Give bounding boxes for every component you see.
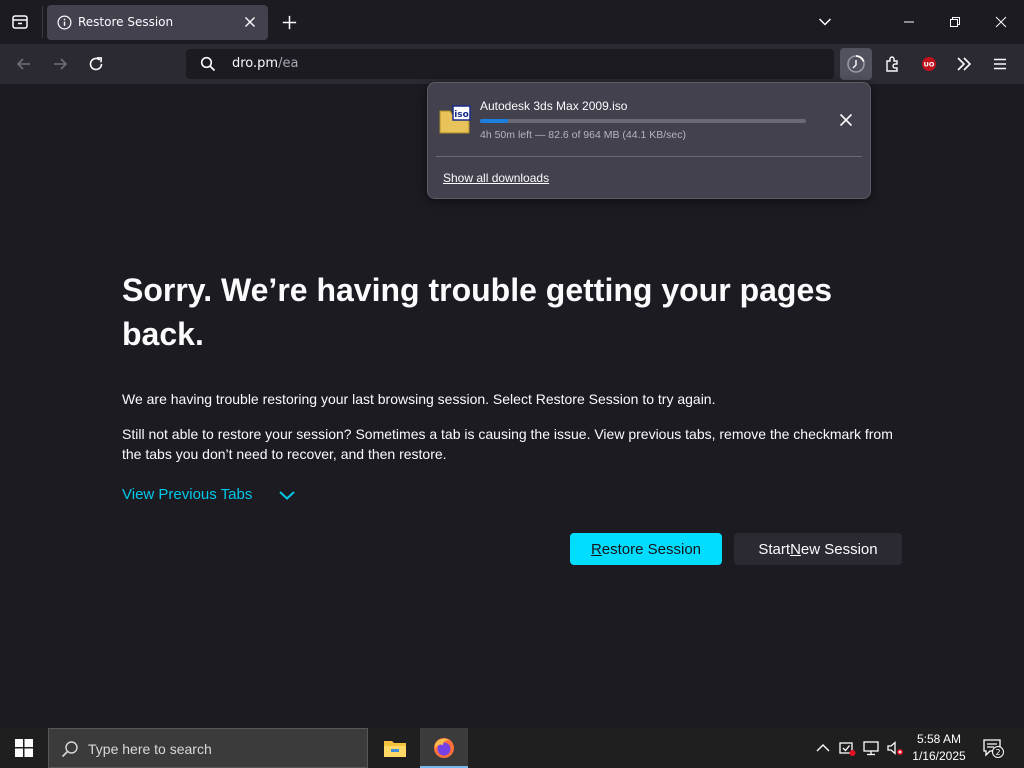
taskbar-search-placeholder: Type here to search — [88, 741, 212, 757]
taskbar-search-box[interactable]: Type here to search — [48, 728, 368, 768]
search-icon — [200, 56, 216, 72]
back-arrow-icon[interactable] — [14, 54, 34, 74]
url-host: dro.pm — [232, 56, 279, 71]
firefox-icon — [434, 738, 454, 758]
downloads-button[interactable] — [840, 48, 872, 80]
system-clock[interactable]: 5:58 AM 1/16/2025 — [908, 731, 970, 765]
volume-muted-icon[interactable] — [886, 739, 904, 757]
search-icon — [61, 740, 79, 758]
close-window-icon[interactable] — [993, 14, 1009, 30]
taskbar: Type here to search 5:58 AM 1/16/2025 2 — [0, 728, 1024, 768]
start-button[interactable] — [0, 728, 48, 768]
cancel-download-icon[interactable] — [838, 112, 854, 128]
tab-strip: Restore Session — [0, 0, 1024, 44]
view-previous-tabs-toggle[interactable]: View Previous Tabs — [122, 486, 296, 503]
url-path: /ea — [278, 56, 299, 71]
tab-list-icon[interactable] — [8, 10, 32, 34]
url-text[interactable]: dro.pm/ea — [232, 56, 298, 71]
taskbar-file-explorer[interactable] — [371, 728, 419, 768]
windows-logo-icon — [15, 739, 33, 757]
download-filename: Autodesk 3ds Max 2009.iso — [480, 99, 628, 113]
plus-icon[interactable] — [280, 13, 299, 32]
clock-date: 1/16/2025 — [912, 749, 966, 763]
troubleshoot-description: Still not able to restore your session? … — [122, 426, 893, 462]
ublock-icon[interactable]: UO — [919, 54, 939, 74]
tab-separator — [42, 6, 43, 38]
navigation-toolbar: dro.pm/ea UO — [0, 44, 1024, 84]
menu-icon[interactable] — [990, 54, 1010, 74]
svg-text:iso: iso — [454, 110, 469, 120]
svg-text:UO: UO — [924, 61, 935, 69]
view-previous-tabs-label: View Previous Tabs — [122, 486, 253, 503]
page-title: Sorry. We’re having trouble getting your… — [122, 272, 833, 352]
download-status: 4h 50m left — 82.6 of 964 MB (44.1 KB/se… — [480, 129, 687, 141]
chevron-down-icon[interactable] — [817, 14, 833, 30]
security-tray-icon[interactable] — [838, 739, 856, 757]
minimize-icon[interactable] — [901, 14, 917, 30]
restore-icon[interactable] — [947, 14, 963, 30]
close-icon[interactable] — [242, 14, 258, 30]
notification-count: 2 — [995, 748, 1000, 757]
restore-session-button[interactable]: Restore Session — [570, 533, 722, 565]
tab-restore-session[interactable]: Restore Session — [47, 5, 268, 40]
notification-icon[interactable]: 2 — [982, 738, 1004, 758]
taskbar-firefox[interactable] — [420, 728, 468, 768]
network-icon[interactable] — [862, 739, 880, 757]
extensions-icon[interactable] — [883, 54, 903, 74]
chevron-down-icon — [279, 490, 296, 500]
download-progress-bar — [480, 119, 806, 123]
chevron-up-icon[interactable] — [814, 739, 832, 757]
overflow-icon[interactable] — [954, 54, 974, 74]
info-icon — [57, 15, 72, 30]
panel-divider — [436, 156, 862, 157]
forward-arrow-icon[interactable] — [50, 54, 70, 74]
restore-description: We are having trouble restoring your las… — [122, 391, 716, 407]
url-bar[interactable]: dro.pm/ea — [186, 49, 834, 79]
download-progress-fill — [480, 119, 509, 123]
file-explorer-icon — [384, 741, 406, 757]
show-all-downloads-button[interactable]: Show all downloads — [443, 171, 549, 185]
reload-icon[interactable] — [86, 54, 106, 74]
clock-time: 5:58 AM — [916, 732, 962, 746]
download-item[interactable]: iso Autodesk 3ds Max 2009.iso 4h 50m lef… — [436, 89, 862, 151]
downloads-icon — [846, 54, 866, 78]
start-new-session-button[interactable]: Start New Session — [734, 533, 902, 565]
iso-file-icon: iso — [439, 105, 471, 135]
downloads-panel: iso Autodesk 3ds Max 2009.iso 4h 50m lef… — [427, 82, 871, 199]
tab-title: Restore Session — [78, 15, 174, 29]
